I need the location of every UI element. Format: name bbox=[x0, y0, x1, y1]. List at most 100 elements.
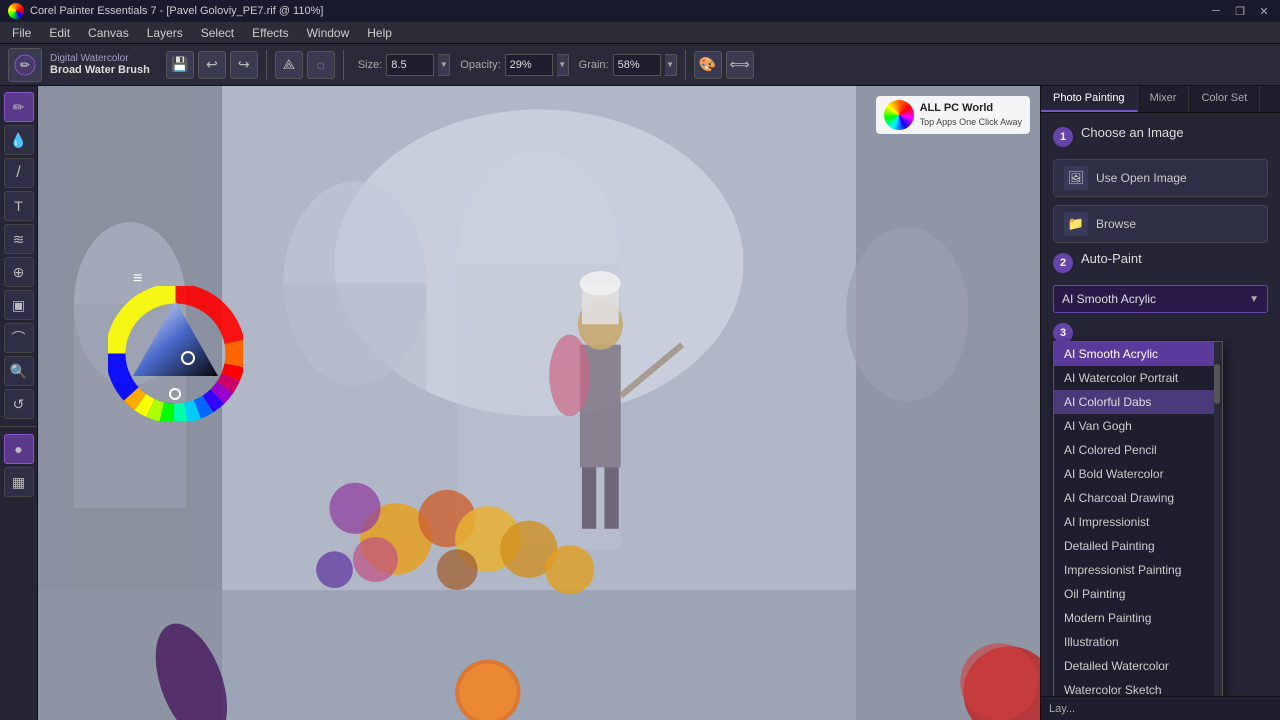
color-palette-button[interactable]: 🎨 bbox=[694, 51, 722, 79]
dropper-tool[interactable]: 💧 bbox=[4, 125, 34, 155]
menu-canvas[interactable]: Canvas bbox=[80, 24, 137, 42]
redo-button[interactable]: ↪ bbox=[230, 51, 258, 79]
transform-tool[interactable]: ⊕ bbox=[4, 257, 34, 287]
layers-strip: Lay... bbox=[1041, 696, 1280, 720]
titlebar-controls: ─ ❐ ✕ bbox=[1208, 3, 1272, 19]
use-open-image-label: Use Open Image bbox=[1096, 171, 1187, 185]
main-area: ✏ 💧 / T ≋ ⊕ ▣ ⌒ 🔍 ↺ ● ▦ bbox=[0, 86, 1280, 720]
menu-select[interactable]: Select bbox=[193, 24, 242, 42]
symmetry-button[interactable]: ⟺ bbox=[726, 51, 754, 79]
dropdown-item-detailed-watercolor[interactable]: Detailed Watercolor bbox=[1054, 654, 1222, 678]
dropdown-item-detailed-painting[interactable]: Detailed Painting bbox=[1054, 534, 1222, 558]
dropdown-item-ai-van-gogh[interactable]: AI Van Gogh bbox=[1054, 414, 1222, 438]
step2-number: 2 bbox=[1053, 253, 1073, 273]
browse-icon: 📁 bbox=[1064, 212, 1088, 236]
dropdown-arrow-icon: ▼ bbox=[1249, 294, 1259, 305]
dropdown-item-illustration[interactable]: Illustration bbox=[1054, 630, 1222, 654]
opacity-arrow[interactable]: ▼ bbox=[557, 54, 569, 76]
opacity-input[interactable] bbox=[505, 54, 553, 76]
grain-label: Grain: bbox=[579, 59, 609, 71]
dropdown-item-ai-smooth-acrylic[interactable]: AI Smooth Acrylic bbox=[1054, 342, 1222, 366]
brush-info: Digital Watercolor Broad Water Brush bbox=[50, 53, 150, 76]
brush-name: Broad Water Brush bbox=[50, 64, 150, 76]
tab-color-set[interactable]: Color Set bbox=[1189, 86, 1260, 112]
size-arrow[interactable]: ▼ bbox=[438, 54, 450, 76]
titlebar-title: Corel Painter Essentials 7 - [Pavel Golo… bbox=[30, 5, 323, 17]
brush-mode2[interactable]: ◌ bbox=[307, 51, 335, 79]
step2-row: 2 Auto-Paint bbox=[1053, 251, 1268, 273]
close-button[interactable]: ✕ bbox=[1256, 3, 1272, 19]
crop-tool[interactable]: ▣ bbox=[4, 290, 34, 320]
dropdown-selected-value: AI Smooth Acrylic bbox=[1062, 292, 1156, 306]
brush-tool[interactable]: ✏ bbox=[4, 92, 34, 122]
color-wheel[interactable] bbox=[108, 286, 243, 421]
separator2 bbox=[343, 50, 344, 80]
dropdown-item-impressionist-painting[interactable]: Impressionist Painting bbox=[1054, 558, 1222, 582]
panel-content: 1 Choose an Image 🖼 Use Open Image 📁 Bro… bbox=[1041, 113, 1280, 696]
dropdown-item-ai-watercolor-portrait[interactable]: AI Watercolor Portrait bbox=[1054, 366, 1222, 390]
menu-effects[interactable]: Effects bbox=[244, 24, 296, 42]
save-button[interactable]: 💾 bbox=[166, 51, 194, 79]
dropdown-item-ai-colored-pencil[interactable]: AI Colored Pencil bbox=[1054, 438, 1222, 462]
line-tool[interactable]: / bbox=[4, 158, 34, 188]
dropdown-scrollbar[interactable] bbox=[1214, 342, 1222, 696]
toolbar: ✏ Digital Watercolor Broad Water Brush 💾… bbox=[0, 44, 1280, 86]
brush-mode1[interactable]: ⟁ bbox=[275, 51, 303, 79]
dropdown-item-ai-impressionist[interactable]: AI Impressionist bbox=[1054, 510, 1222, 534]
magnify-tool[interactable]: 🔍 bbox=[4, 356, 34, 386]
step1-number: 1 bbox=[1053, 127, 1073, 147]
layers-label: Lay... bbox=[1049, 703, 1075, 715]
autopaint-dropdown[interactable]: AI Smooth Acrylic ▼ bbox=[1053, 285, 1268, 313]
opacity-label: Opacity: bbox=[460, 59, 500, 71]
menu-help[interactable]: Help bbox=[359, 24, 400, 42]
size-input[interactable] bbox=[386, 54, 434, 76]
dropdown-item-oil-painting[interactable]: Oil Painting bbox=[1054, 582, 1222, 606]
menu-window[interactable]: Window bbox=[299, 24, 358, 42]
step3-number: 3 bbox=[1053, 323, 1073, 343]
minimize-button[interactable]: ─ bbox=[1208, 3, 1224, 19]
blender-tool[interactable]: ≋ bbox=[4, 224, 34, 254]
grain-arrow[interactable]: ▼ bbox=[665, 54, 677, 76]
watermark: ALL PC World Top Apps One Click Away bbox=[876, 96, 1030, 134]
brush-selector[interactable]: ✏ bbox=[8, 48, 42, 82]
smear-tool[interactable]: ⌒ bbox=[4, 323, 34, 353]
separator1 bbox=[266, 50, 267, 80]
tab-photo-painting[interactable]: Photo Painting bbox=[1041, 86, 1138, 112]
autopaint-dropdown-list: AI Smooth Acrylic AI Watercolor Portrait… bbox=[1053, 341, 1223, 696]
restore-button[interactable]: ❐ bbox=[1232, 3, 1248, 19]
brush-category: Digital Watercolor bbox=[50, 53, 150, 64]
grain-input[interactable] bbox=[613, 54, 661, 76]
use-open-image-icon: 🖼 bbox=[1064, 166, 1088, 190]
menu-edit[interactable]: Edit bbox=[41, 24, 78, 42]
autopaint-dropdown-container: AI Smooth Acrylic ▼ AI Smooth Acrylic AI… bbox=[1053, 285, 1268, 313]
watermark-text: ALL PC World Top Apps One Click Away bbox=[920, 101, 1022, 130]
svg-text:✏: ✏ bbox=[20, 58, 30, 72]
dropdown-item-ai-colorful-dabs[interactable]: AI Colorful Dabs bbox=[1054, 390, 1222, 414]
browse-label: Browse bbox=[1096, 217, 1136, 231]
titlebar: Corel Painter Essentials 7 - [Pavel Golo… bbox=[0, 0, 1280, 22]
color-wheel-container[interactable]: ≡ bbox=[108, 286, 243, 424]
step1-label: Choose an Image bbox=[1081, 125, 1184, 140]
menu-layers[interactable]: Layers bbox=[139, 24, 191, 42]
use-open-image-button[interactable]: 🖼 Use Open Image bbox=[1053, 159, 1268, 197]
dropdown-item-ai-bold-watercolor[interactable]: AI Bold Watercolor bbox=[1054, 462, 1222, 486]
menubar: File Edit Canvas Layers Select Effects W… bbox=[0, 22, 1280, 44]
dropdown-item-modern-painting[interactable]: Modern Painting bbox=[1054, 606, 1222, 630]
color-mixer-tool[interactable]: ● bbox=[4, 434, 34, 464]
rotate-tool[interactable]: ↺ bbox=[4, 389, 34, 419]
step3-row: 3 bbox=[1053, 321, 1268, 343]
color-wheel-menu-icon[interactable]: ≡ bbox=[133, 270, 142, 288]
undo-button[interactable]: ↩ bbox=[198, 51, 226, 79]
browse-button[interactable]: 📁 Browse bbox=[1053, 205, 1268, 243]
text-tool[interactable]: T bbox=[4, 191, 34, 221]
menu-file[interactable]: File bbox=[4, 24, 39, 42]
paper-texture-tool[interactable]: ▦ bbox=[4, 467, 34, 497]
dropdown-item-watercolor-sketch[interactable]: Watercolor Sketch bbox=[1054, 678, 1222, 696]
canvas-area[interactable]: ALL PC World Top Apps One Click Away ≡ bbox=[38, 86, 1040, 720]
step1-row: 1 Choose an Image bbox=[1053, 125, 1268, 147]
tab-mixer[interactable]: Mixer bbox=[1138, 86, 1190, 112]
tool-separator bbox=[0, 426, 37, 427]
dropdown-item-ai-charcoal-drawing[interactable]: AI Charcoal Drawing bbox=[1054, 486, 1222, 510]
watermark-logo bbox=[884, 100, 914, 130]
right-panel: Photo Painting Mixer Color Set 1 Choose … bbox=[1040, 86, 1280, 720]
